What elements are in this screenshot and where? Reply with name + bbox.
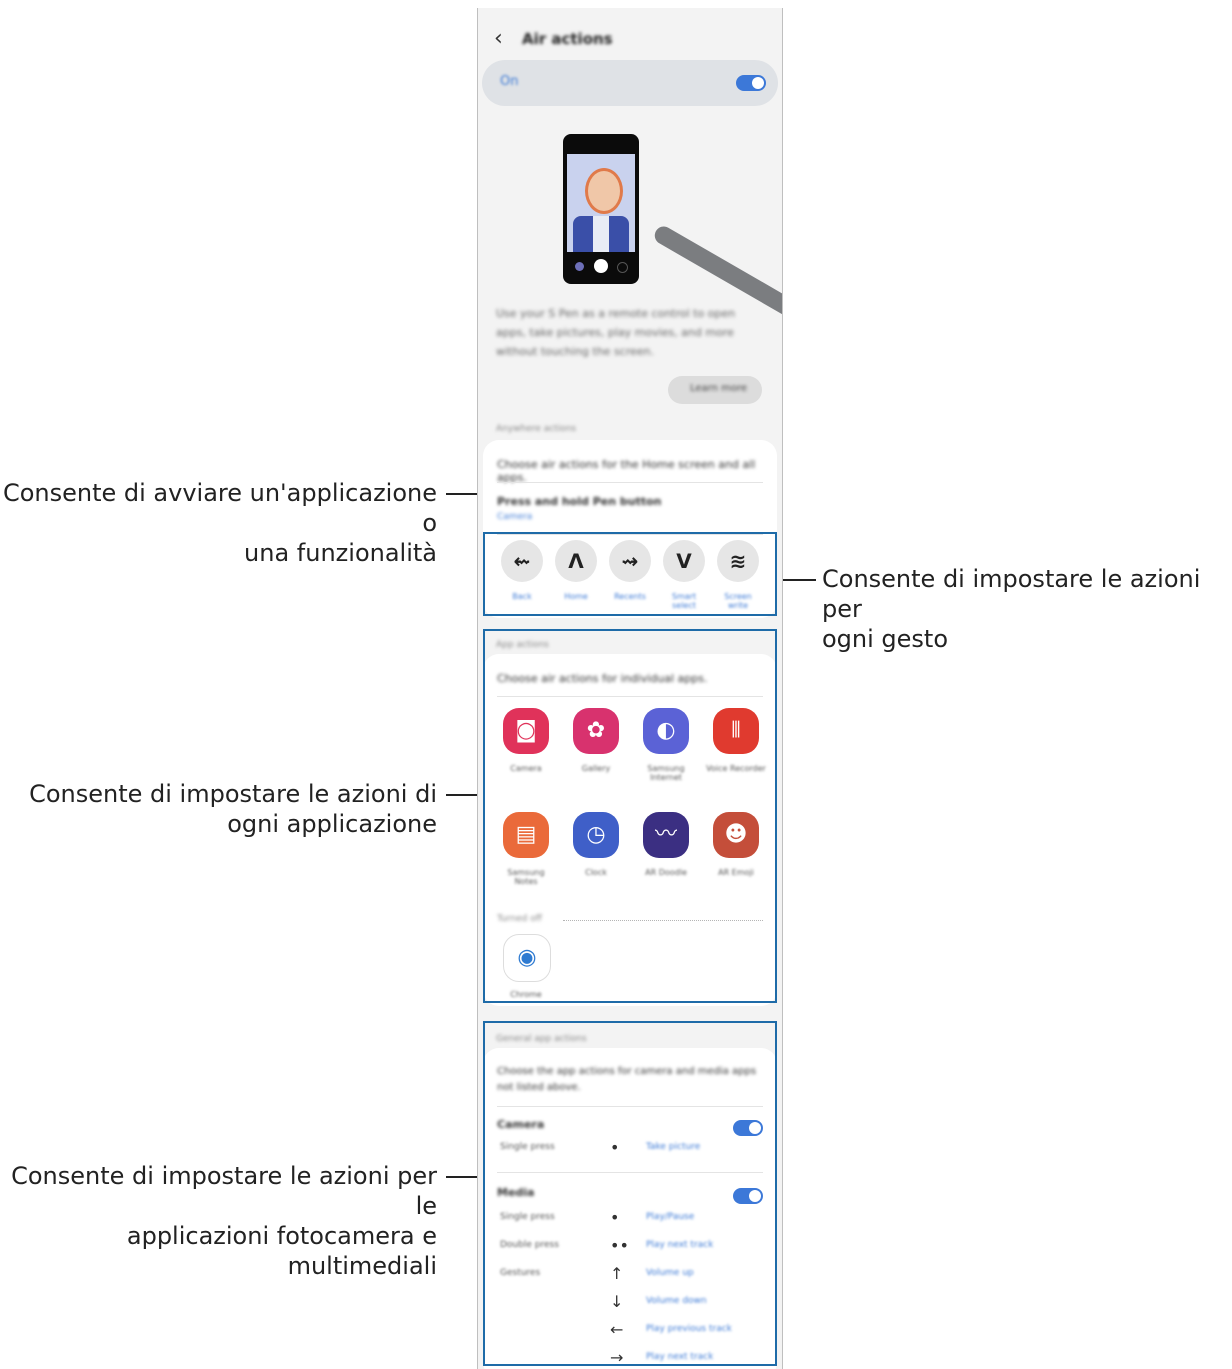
master-switch-row[interactable]: On [482, 60, 778, 106]
app-bar: ‹ Air actions [478, 16, 782, 66]
learn-more-button[interactable]: Learn more [668, 376, 762, 404]
anywhere-description: Choose air actions for the Home screen a… [497, 458, 756, 484]
phone-illustration [563, 134, 639, 284]
leader-line [778, 579, 816, 581]
back-icon[interactable]: ‹ [494, 26, 503, 51]
press-hold-value: Camera [497, 512, 533, 522]
master-toggle[interactable] [736, 75, 766, 91]
press-hold-title[interactable]: Press and hold Pen button [497, 495, 661, 508]
anywhere-actions-label: Anywhere actions [496, 424, 577, 434]
description-text: Use your S Pen as a remote control to op… [496, 307, 736, 358]
highlight-gestures [483, 532, 777, 616]
callout-each-app: Consente di impostare le azioni di ogni … [29, 780, 437, 838]
mode-dot-icon [575, 262, 584, 271]
highlight-app-actions [483, 629, 777, 1003]
callout-gestures: Consente di impostare le azioni per ogni… [822, 565, 1201, 653]
selfie-illustration [567, 154, 635, 252]
switch-camera-icon [617, 262, 628, 273]
callout-camera-media: Consente di impostare le azioni per le a… [11, 1162, 437, 1280]
master-switch-label: On [500, 74, 519, 89]
page-title: Air actions [522, 30, 613, 48]
shutter-icon [594, 259, 608, 273]
callout-app-feature: Consente di avviare un'applicazione o un… [2, 479, 437, 567]
highlight-general-actions [483, 1021, 777, 1366]
